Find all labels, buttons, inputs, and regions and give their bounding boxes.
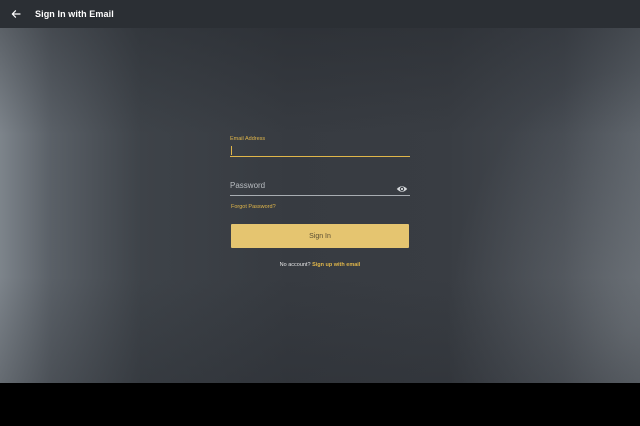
email-label: Email Address [230,136,266,142]
password-field[interactable]: Password [230,178,410,196]
sign-in-content: Email Address Password Forgot Password? … [0,28,640,383]
sign-up-link[interactable]: Sign up with email [312,262,360,268]
email-underline [230,156,410,157]
sign-up-row: No account? Sign up with email [230,262,410,268]
no-account-text: No account? [279,262,313,268]
toggle-password-visibility-button[interactable] [396,181,408,192]
app-bar: Sign In with Email [0,0,640,28]
arrow-left-icon [11,10,21,18]
text-cursor [231,146,232,155]
bottom-black-bar [0,383,640,426]
forgot-password-link[interactable]: Forgot Password? [231,204,276,210]
screen: Sign In with Email Email Address Passwor… [0,0,640,426]
page-title: Sign In with Email [35,9,114,19]
eye-icon [396,186,408,192]
sign-in-button-label: Sign In [309,232,331,240]
sign-in-button[interactable]: Sign In [231,224,409,248]
back-button[interactable] [8,6,24,22]
password-placeholder: Password [230,181,266,190]
